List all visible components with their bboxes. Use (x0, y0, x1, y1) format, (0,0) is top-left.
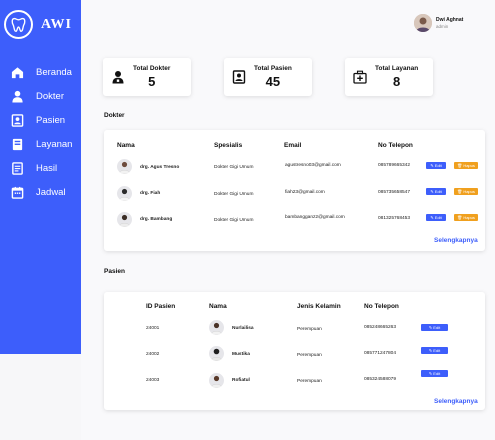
doctor-phone: 085735658547 (378, 190, 411, 195)
edit-button[interactable]: ✎ Edit (421, 370, 448, 377)
sidebar-item-label: Jadwal (36, 186, 66, 198)
user-profile[interactable]: Dwi Aghnat admin (414, 14, 463, 32)
doctor-specialty: Dokter Gigi Umum (214, 218, 254, 223)
stat-card-layanan: Total Layanan 8 (345, 58, 433, 96)
stat-value: 5 (148, 74, 156, 89)
sidebar-item-label: Dokter (36, 90, 64, 102)
doctor-email: bambangganz2@gmail.com (285, 215, 345, 220)
patient-gender: Perempuan (297, 379, 322, 384)
stat-title: Total Pasien (254, 65, 292, 72)
sidebar-item-label: Layanan (36, 138, 73, 150)
calendar-icon (11, 186, 24, 199)
column-header: No Telepon (364, 303, 399, 310)
edit-button[interactable]: ✎ Edit (421, 324, 448, 331)
doctor-specialty: Dokter Gigi Umum (214, 165, 254, 170)
tooth-logo-icon (4, 10, 33, 39)
patient-id: 24002 (146, 352, 160, 357)
sidebar-item-label: Hasil (36, 162, 58, 174)
doctor-specialty: Dokter Gigi Umum (214, 192, 254, 197)
doctor-phone: 081325768453 (378, 216, 411, 221)
column-header: Spesialis (214, 142, 243, 149)
patient-name: Mustika (232, 352, 250, 357)
stat-card-dokter: Total Dokter 5 (103, 58, 191, 96)
column-header: Nama (209, 303, 227, 310)
patient-id: 24001 (146, 326, 160, 331)
sidebar-item-beranda[interactable]: Beranda (0, 60, 81, 84)
avatar (414, 14, 432, 32)
section-title-pasien: Pasien (104, 268, 125, 275)
avatar (117, 212, 132, 227)
user-role: admin (436, 24, 449, 29)
sidebar-item-dokter[interactable]: Dokter (0, 84, 81, 108)
sidebar-item-label: Pasien (36, 114, 66, 126)
column-header: Nama (117, 142, 135, 149)
stat-value: 45 (265, 74, 281, 89)
patient-table: ID Pasien Nama Jenis Kelamin No Telepon … (104, 292, 485, 410)
delete-button[interactable]: 🗑 Hapus (454, 214, 478, 221)
doctor-email: agustresno03@gmail.com (285, 163, 341, 168)
doctor-phone: 085789665342 (378, 163, 411, 168)
book-icon (11, 138, 24, 151)
delete-button[interactable]: 🗑 Hapus (454, 162, 478, 169)
doctor-icon (11, 90, 24, 103)
avatar (117, 186, 132, 201)
edit-button[interactable]: ✎ Edit (426, 214, 446, 221)
patient-name: Nurlailisa (232, 326, 254, 331)
patient-gender: Perempuan (297, 353, 322, 358)
delete-button[interactable]: 🗑 Hapus (454, 188, 478, 195)
user-name: Dwi Aghnat (436, 17, 464, 23)
doctor-email: fiah23@gmail.com (285, 190, 325, 195)
sidebar-nav: Beranda Dokter Pasien Layanan Hasil Jadw… (0, 60, 81, 204)
home-icon (11, 66, 24, 79)
stat-title: Total Dokter (133, 65, 171, 72)
stat-card-pasien: Total Pasien 45 (224, 58, 312, 96)
doctor-icon (111, 70, 125, 84)
patient-gender: Perempuan (297, 327, 322, 332)
medical-kit-icon (353, 70, 367, 84)
see-more-patients-link[interactable]: Selengkapnya (434, 398, 478, 405)
column-header: ID Pasien (146, 303, 176, 310)
patient-phone: 085248665263 (364, 325, 397, 330)
avatar (209, 346, 224, 361)
brand-name: AWI (41, 16, 73, 32)
patient-phone: 085324588079 (364, 377, 397, 382)
doctor-name: drg. Bambang (140, 217, 173, 222)
avatar (117, 159, 132, 174)
column-header: Email (284, 142, 302, 149)
column-header: Jenis Kelamin (297, 303, 341, 310)
sidebar-item-label: Beranda (36, 66, 72, 78)
section-title-dokter: Dokter (104, 112, 125, 119)
column-header: No Telepon (378, 142, 413, 149)
sidebar-item-pasien[interactable]: Pasien (0, 108, 81, 132)
report-icon (11, 161, 24, 175)
patient-phone: 085771247804 (364, 351, 397, 356)
edit-button[interactable]: ✎ Edit (426, 162, 446, 169)
see-more-doctors-link[interactable]: Selengkapnya (434, 237, 478, 244)
sidebar-item-layanan[interactable]: Layanan (0, 132, 81, 156)
edit-button[interactable]: ✎ Edit (426, 188, 446, 195)
edit-button[interactable]: ✎ Edit (421, 347, 448, 354)
stat-value: 8 (393, 74, 401, 89)
avatar (209, 373, 224, 388)
sidebar: AWI Beranda Dokter Pasien Layanan Hasil … (0, 0, 81, 354)
sidebar-item-jadwal[interactable]: Jadwal (0, 180, 81, 204)
patient-id: 24003 (146, 378, 160, 383)
patient-card-icon (232, 70, 246, 84)
patient-name: Rofiatul (232, 378, 250, 383)
doctor-table: Nama Spesialis Email No Telepon drg. Agu… (104, 130, 485, 251)
stat-title: Total Layanan (375, 65, 419, 72)
avatar (209, 320, 224, 335)
patient-card-icon (11, 113, 24, 127)
doctor-name: drg. Agus Tresno (140, 165, 180, 170)
doctor-name: drg. Fiah (140, 191, 161, 196)
sidebar-item-hasil[interactable]: Hasil (0, 156, 81, 180)
logo[interactable]: AWI (4, 10, 72, 39)
